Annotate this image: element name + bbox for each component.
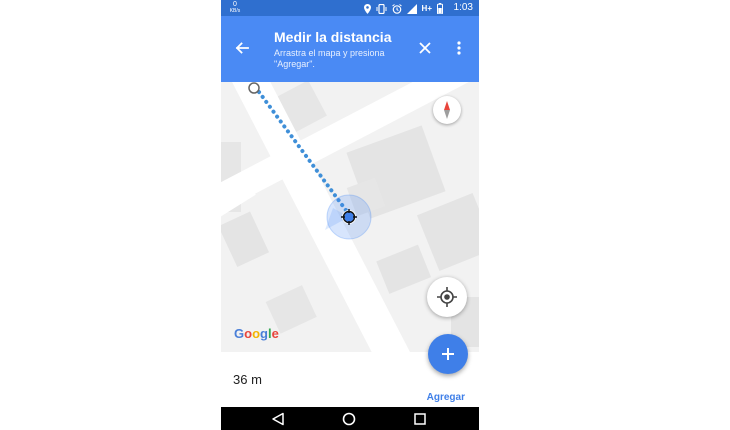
close-icon[interactable] [417,40,433,56]
distance-value: 36 m [233,372,262,387]
arrow-back-icon[interactable] [233,39,251,57]
network-speed: 0 KB/s [228,1,242,14]
alarm-icon [391,3,402,14]
my-location-button[interactable] [427,277,467,317]
page-subtitle: Arrastra el mapa y presiona "Agregar". [274,48,385,69]
page-title: Medir la distancia [274,29,392,45]
app-bar: Medir la distancia Arrastra el mapa y pr… [221,16,479,82]
signal-icon [406,3,417,14]
map-view[interactable]: Google [221,82,479,352]
nav-home-icon[interactable] [342,412,356,426]
my-location-icon [437,287,457,307]
nav-recent-icon[interactable] [414,413,426,425]
plus-icon [442,348,454,360]
hplus-icon: H+ [421,4,432,13]
building [416,192,479,272]
google-logo: Google [234,326,279,341]
status-time: 1:03 [453,2,473,13]
phone-screen: 0 KB/s H+ 1:03 Medir la distancia Arrast… [221,0,479,430]
battery-icon [437,3,443,14]
network-speed-value: 0 [233,1,237,8]
start-point-icon [248,82,260,94]
vibrate-icon [376,3,387,14]
status-bar: 0 KB/s H+ 1:03 [221,0,479,16]
navigation-bar [221,407,479,430]
add-point-button[interactable] [428,334,468,374]
network-speed-unit: KB/s [229,8,241,14]
building [221,211,270,268]
more-vert-icon[interactable] [455,40,463,56]
nav-back-icon[interactable] [271,412,285,426]
compass-icon [444,101,450,119]
add-button[interactable]: Agregar [427,392,465,403]
status-icons: H+ [363,3,443,14]
compass-button[interactable] [433,96,461,124]
location-icon [363,3,371,14]
building [376,244,432,294]
